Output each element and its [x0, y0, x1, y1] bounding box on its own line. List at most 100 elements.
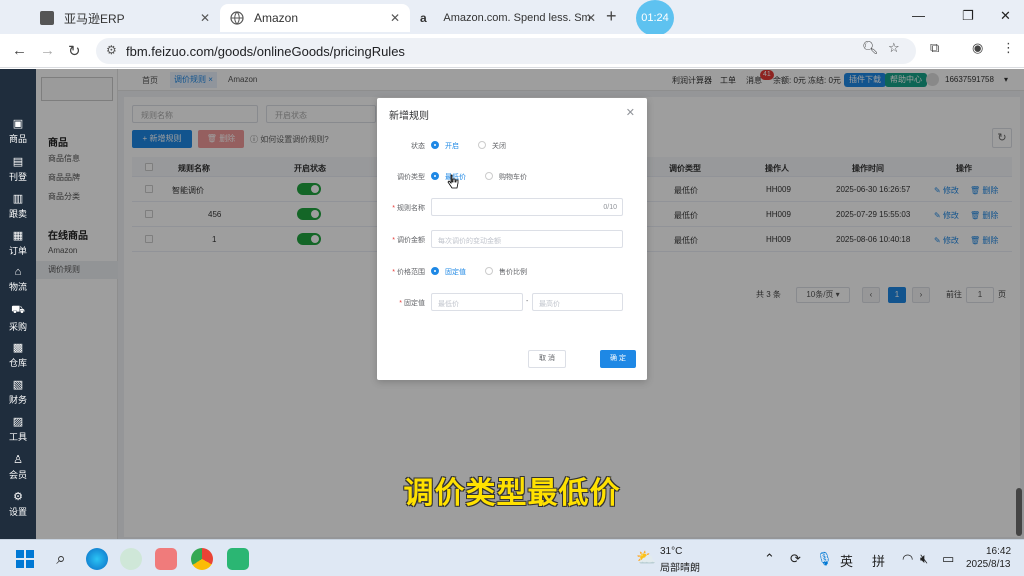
type-lowest-radio[interactable] — [431, 172, 439, 180]
microphone-icon[interactable]: 🎙︎ — [816, 551, 833, 567]
close-icon[interactable]: ✕ — [390, 11, 400, 25]
extensions-icon[interactable]: ⧉ — [930, 40, 939, 56]
range-fixed-radio[interactable] — [431, 267, 439, 275]
status-on-radio[interactable] — [431, 141, 439, 149]
scroll-indicator — [1016, 488, 1022, 536]
type-label: 调价类型 — [397, 174, 425, 181]
min-price-input[interactable]: 最低价 — [431, 293, 523, 311]
browser-tab-amazon-com[interactable]: a Amazon.com. Spend less. Sm ✕ — [410, 4, 606, 32]
forward-arrow-icon[interactable]: → — [40, 42, 55, 59]
ime-language[interactable]: 英 — [840, 551, 853, 570]
weather-icon: ⛅ — [636, 550, 656, 567]
name-label: * 规则名称 — [392, 205, 425, 212]
browser-tab-amazon[interactable]: Amazon ✕ — [220, 4, 410, 32]
cancel-button[interactable]: 取 消 — [528, 350, 566, 368]
sidebar-item-goods[interactable]: ▣ 商品 — [0, 117, 36, 145]
sidebar-item-logistics[interactable]: ⌂ 物流 — [0, 266, 36, 293]
url-field[interactable]: ⚙ fbm.feizuo.com/goods/onlineGoods/prici… — [96, 38, 916, 64]
confirm-button[interactable]: 确 定 — [600, 350, 636, 368]
publish-icon: ▤ — [12, 156, 24, 168]
app-icon[interactable] — [120, 548, 142, 570]
sidebar-item-orders[interactable]: ▦ 订单 — [0, 229, 36, 257]
status-on-text: 开启 — [445, 143, 459, 150]
range-ratio-radio[interactable] — [485, 267, 493, 275]
tab-title: Amazon.com. Spend less. Sm — [443, 12, 591, 24]
rule-name-input[interactable]: 0/10 — [431, 198, 623, 216]
amount-input[interactable]: 每次调价的变动金额 — [431, 230, 623, 248]
finance-icon: ▧ — [12, 379, 24, 391]
weather-text: 局部晴朗 — [660, 563, 700, 574]
screen-app-icon[interactable] — [227, 548, 249, 570]
chevron-up-icon[interactable]: ⌃ — [764, 551, 775, 567]
dialog-title: 新增规则 — [389, 111, 429, 122]
sidebar-item-publish[interactable]: ▤ 刊登 — [0, 155, 36, 183]
close-window-icon[interactable]: ✕ — [1000, 8, 1011, 24]
back-arrow-icon[interactable]: ← — [12, 42, 27, 59]
temperature: 31°C — [660, 546, 683, 557]
logistics-icon: ⌂ — [14, 266, 22, 278]
amazon-favicon-icon: a — [420, 11, 427, 25]
hand-cursor-icon — [447, 174, 459, 189]
cart-icon: ⛟ — [11, 304, 25, 316]
status-label: 状态 — [411, 143, 425, 150]
status-off-text: 关闭 — [492, 143, 506, 150]
range-fixed-text: 固定值 — [445, 269, 466, 276]
warehouse-icon: ▩ — [12, 342, 24, 354]
reload-icon[interactable]: ↻ — [68, 42, 81, 60]
close-icon[interactable]: ✕ — [586, 11, 596, 25]
browser-tab-bar: 亚马逊ERP ✕ Amazon ✕ a Amazon.com. Spend le… — [0, 0, 1024, 36]
close-icon[interactable]: ✕ — [626, 106, 635, 119]
type-buybox-radio[interactable] — [485, 172, 493, 180]
recorder-icon[interactable] — [155, 548, 177, 570]
minimize-icon[interactable]: — — [912, 8, 925, 23]
erp-favicon-icon — [40, 11, 54, 25]
video-caption: 调价类型最低价 — [403, 476, 621, 511]
browser-tab-erp[interactable]: 亚马逊ERP ✕ — [30, 4, 220, 32]
range-ratio-text: 售价比例 — [499, 269, 527, 276]
tools-icon: ▨ — [12, 416, 24, 428]
sidebar-item-purchase[interactable]: ⛟ 采购 — [0, 304, 36, 333]
bookmark-star-icon[interactable]: ☆ — [888, 40, 900, 56]
close-icon[interactable]: ✕ — [200, 11, 210, 25]
follow-icon: ▥ — [12, 193, 24, 205]
max-price-input[interactable]: 最高价 — [532, 293, 623, 311]
recording-timer: 01:24 — [636, 0, 674, 36]
tab-title: Amazon — [254, 11, 299, 25]
add-rule-dialog: 新增规则 ✕ 状态 开启 关闭 调价类型 最低价 购物车价 * 规则名称 0/10… — [377, 98, 647, 380]
clock-time: 16:42 — [986, 546, 1012, 557]
menu-dots-icon[interactable]: ⋮ — [1002, 40, 1015, 56]
sidebar-item-follow[interactable]: ▥ 跟卖 — [0, 192, 36, 220]
zoom-icon[interactable]: 🔍︎ — [862, 40, 879, 56]
battery-icon[interactable]: ▭ — [942, 551, 954, 567]
edge-icon[interactable] — [86, 548, 108, 570]
site-info-icon[interactable]: ⚙ — [106, 43, 117, 57]
volume-muted-icon[interactable]: 🔇︎ — [920, 551, 928, 567]
sidebar-item-warehouse[interactable]: ▩ 仓库 — [0, 341, 36, 369]
wifi-icon[interactable]: ◠ — [902, 551, 913, 567]
sidebar-item-finance[interactable]: ▧ 财务 — [0, 378, 36, 406]
range-separator: - — [526, 298, 529, 305]
search-icon[interactable]: ⌕ — [50, 548, 72, 570]
type-buybox-text: 购物车价 — [499, 174, 527, 181]
profile-icon[interactable]: ◉ — [972, 40, 983, 56]
sync-icon[interactable]: ⟳ — [790, 551, 801, 567]
range-label: * 价格范围 — [392, 269, 425, 276]
ime-mode[interactable]: 拼 — [872, 551, 885, 570]
box-icon: ▣ — [12, 118, 24, 130]
restore-icon[interactable]: ❐ — [962, 8, 974, 24]
tab-title: 亚马逊ERP — [64, 11, 125, 26]
name-char-counter: 0/10 — [603, 204, 617, 211]
url-text: fbm.feizuo.com/goods/onlineGoods/pricing… — [126, 44, 405, 59]
new-tab-button[interactable]: + — [606, 6, 617, 27]
windows-start-icon[interactable] — [14, 548, 36, 570]
address-bar: ← → ↻ ⚙ fbm.feizuo.com/goods/onlineGoods… — [0, 34, 1024, 68]
order-icon: ▦ — [12, 230, 24, 242]
sidebar-item-tools[interactable]: ▨ 工具 — [0, 415, 36, 443]
amount-label: * 调价金额 — [392, 237, 425, 244]
windows-taskbar: ⌕ ⛅ 31°C 局部晴朗 ⌃ ⟳ 🎙︎ 英 拼 ◠ 🔇︎ ▭ 16:42 20… — [0, 539, 1024, 576]
clock-date: 2025/8/13 — [966, 559, 1011, 570]
globe-icon — [230, 11, 244, 25]
member-icon: ♙ — [13, 454, 23, 466]
status-off-radio[interactable] — [478, 141, 486, 149]
chrome-icon[interactable] — [191, 548, 213, 570]
